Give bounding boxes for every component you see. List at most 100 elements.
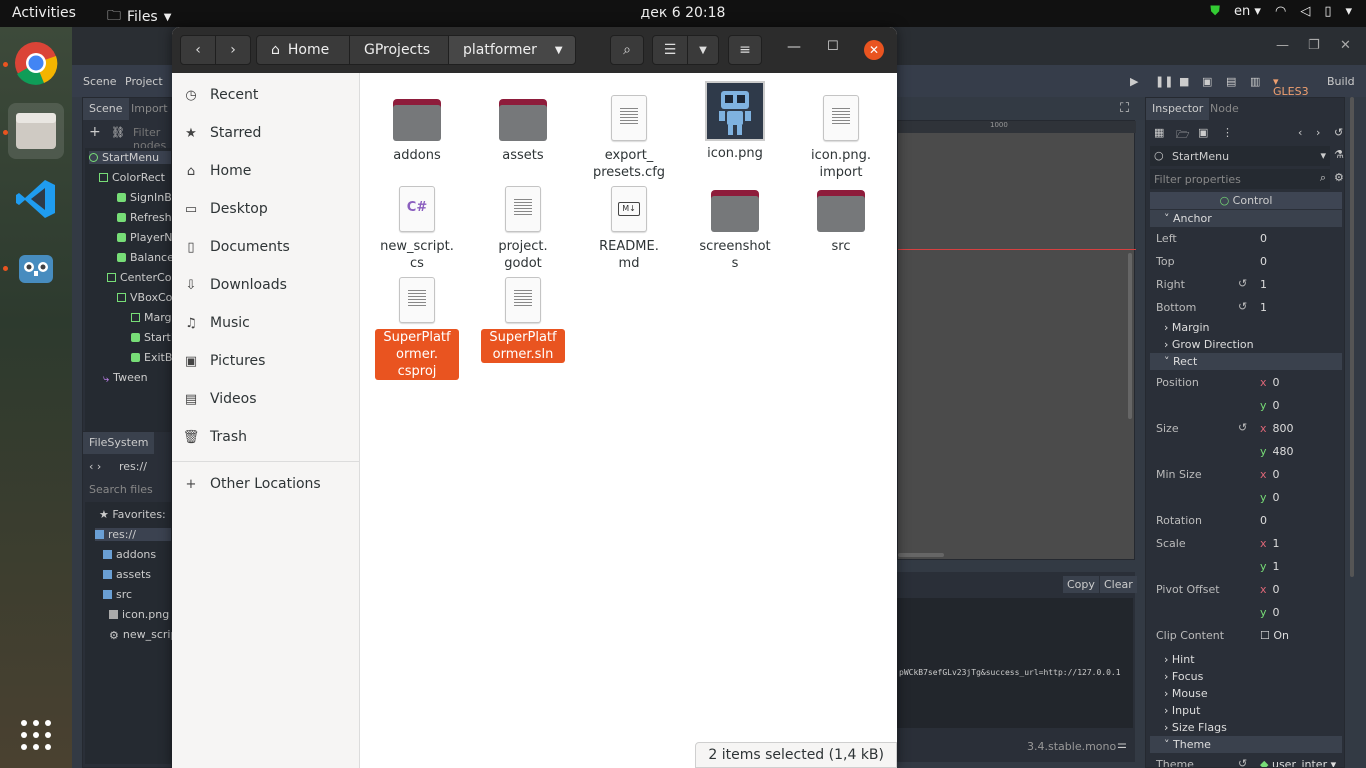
section-hint[interactable]: › Hint xyxy=(1150,651,1342,668)
add-node-icon[interactable]: + xyxy=(89,124,101,140)
show-apps-icon[interactable] xyxy=(8,707,64,763)
tree-node-refreshbutton[interactable]: RefreshB xyxy=(117,211,179,224)
prop-value[interactable]: 0 xyxy=(1260,255,1267,268)
fs-item[interactable]: assets xyxy=(103,568,151,581)
new-resource-icon[interactable]: ▦ xyxy=(1154,126,1164,139)
files-icon[interactable] xyxy=(8,103,64,159)
copy-button[interactable]: Copy xyxy=(1063,576,1099,593)
filesystem-search-input[interactable]: Search files xyxy=(89,483,153,496)
search-button[interactable]: ⌕ xyxy=(610,35,644,65)
prop-value[interactable]: 0 xyxy=(1260,514,1267,527)
app-menu[interactable]: 🗀 Files ▼ xyxy=(107,5,171,29)
build-button[interactable]: Build xyxy=(1327,75,1355,88)
file-item-project-godot[interactable]: project. godot xyxy=(481,186,565,272)
prop-value-y[interactable]: y0 xyxy=(1260,606,1280,619)
prop-value-x[interactable]: x0 xyxy=(1260,468,1280,481)
section-input[interactable]: › Input xyxy=(1150,702,1342,719)
forward-button[interactable]: › xyxy=(215,35,251,65)
file-item-assets[interactable]: assets xyxy=(481,95,565,164)
file-item-src[interactable]: src xyxy=(799,186,883,255)
file-item-icon-png[interactable]: icon.png xyxy=(693,81,777,162)
prop-size[interactable]: Size ↺ x 800 y 480 xyxy=(1150,418,1342,464)
close-button[interactable]: ✕ xyxy=(864,40,884,60)
fs-res-root[interactable]: res:// xyxy=(95,528,171,541)
prop-value-y[interactable]: y 480 xyxy=(1260,445,1294,458)
play-scene-icon[interactable]: ▣ xyxy=(1202,75,1212,88)
play-icon[interactable]: ▶ xyxy=(1130,75,1138,88)
sidebar-item-desktop[interactable]: ▭ Desktop xyxy=(172,190,360,228)
back-icon[interactable]: ‹ › xyxy=(89,460,101,473)
godot-icon[interactable] xyxy=(8,239,64,295)
prop-value-x[interactable]: x0 xyxy=(1260,376,1280,389)
breadcrumb-gprojects[interactable]: GProjects xyxy=(349,35,449,65)
file-item-addons[interactable]: addons xyxy=(375,95,459,164)
history-icon[interactable]: ↺ xyxy=(1334,126,1343,139)
file-item-export-presets[interactable]: export_ presets.cfg xyxy=(587,95,671,181)
object-properties-icon[interactable]: ⚗ xyxy=(1334,148,1344,161)
file-item-readme[interactable]: M↓ README. md xyxy=(587,186,671,272)
file-item-sln[interactable]: SuperPlatf ormer.sln xyxy=(481,277,565,363)
tree-node-tween[interactable]: ⤷ Tween xyxy=(103,371,148,386)
maximize-icon[interactable]: ❐ xyxy=(1308,38,1320,53)
tree-node-signinbutton[interactable]: SignInBu xyxy=(117,191,179,204)
section-grow-direction[interactable]: › Grow Direction xyxy=(1150,336,1342,353)
file-item-new-script[interactable]: C# new_script. cs xyxy=(375,186,459,272)
sidebar-item-videos[interactable]: ▤ Videos xyxy=(172,380,360,418)
link-icon[interactable]: ⛓ xyxy=(111,126,125,139)
menu-scene[interactable]: Scene xyxy=(83,75,117,88)
prop-anchor-top[interactable]: Top 0 xyxy=(1150,251,1342,273)
tree-node-colorrect[interactable]: ColorRect xyxy=(99,171,165,184)
load-resource-icon[interactable]: 🗁 xyxy=(1176,126,1190,145)
menu-project[interactable]: Project xyxy=(125,75,163,88)
prop-anchor-left[interactable]: Left 0 xyxy=(1150,228,1342,250)
prop-pivot-offset[interactable]: Pivot Offset x 0 y 0 xyxy=(1150,579,1342,625)
tab-scene[interactable]: Scene xyxy=(83,98,129,120)
file-item-csproj[interactable]: SuperPlatf ormer. csproj xyxy=(375,277,459,380)
movie-icon[interactable]: ▥ xyxy=(1250,75,1260,88)
prop-value[interactable]: 0 xyxy=(1260,232,1267,245)
fs-item[interactable]: src xyxy=(103,588,132,601)
tree-node-balancelabel[interactable]: BalanceL xyxy=(117,251,180,264)
prop-value-x[interactable]: x0 xyxy=(1260,583,1280,596)
prop-value[interactable]: 1 xyxy=(1260,301,1267,314)
prop-value[interactable]: 1 xyxy=(1260,278,1267,291)
tree-node-startmenu[interactable]: StartMenu xyxy=(89,151,171,164)
viewport[interactable]: 1000 xyxy=(897,120,1136,560)
tab-import[interactable]: Import xyxy=(125,98,174,120)
renderer-select[interactable]: GLES3 ▾ xyxy=(1273,75,1309,98)
tab-inspector[interactable]: Inspector xyxy=(1146,98,1210,120)
favorites-row[interactable]: ★ Favorites: xyxy=(99,508,166,521)
bottom-panel-icon[interactable]: ⚌ xyxy=(1117,738,1127,751)
tree-node-exitbutton[interactable]: ExitB xyxy=(131,351,172,364)
prop-theme[interactable]: Theme ↺ ◆ user_inter ▾ xyxy=(1150,754,1342,767)
activities-button[interactable]: Activities xyxy=(12,5,76,21)
tree-node-centercontainer[interactable]: CenterCo xyxy=(107,271,171,284)
battery-icon[interactable]: ▯ xyxy=(1324,4,1331,19)
update-shield-icon[interactable]: ⛊ xyxy=(1210,4,1220,19)
section-mouse[interactable]: › Mouse xyxy=(1150,685,1342,702)
clock[interactable]: дек 6 20:18 xyxy=(641,5,726,21)
revert-icon[interactable]: ↺ xyxy=(1238,277,1247,290)
history-back-icon[interactable]: ‹ xyxy=(1298,126,1302,139)
history-forward-icon[interactable]: › xyxy=(1316,126,1320,139)
minimize-icon[interactable]: — xyxy=(1276,38,1289,53)
prop-min-size[interactable]: Min Size x 0 y 0 xyxy=(1150,464,1342,510)
system-menu-chevron-icon[interactable]: ▾ xyxy=(1345,4,1352,19)
sidebar-item-trash[interactable]: 🗑 Trash xyxy=(172,418,360,456)
wifi-icon[interactable]: ◠ xyxy=(1275,4,1286,19)
prop-anchor-right[interactable]: Right ↺ 1 xyxy=(1150,274,1342,296)
filter-properties-input[interactable]: Filter properties ⌕ xyxy=(1150,169,1330,189)
prop-clip-content[interactable]: Clip Content ☐ On xyxy=(1150,625,1342,647)
section-margin[interactable]: › Margin xyxy=(1150,319,1342,336)
sidebar-item-pictures[interactable]: ▣ Pictures xyxy=(172,342,360,380)
pause-icon[interactable]: ❚❚ xyxy=(1155,75,1173,88)
sidebar-item-starred[interactable]: ★ Starred xyxy=(172,114,360,152)
fullscreen-icon[interactable]: ⛶ xyxy=(1120,101,1129,116)
menu-button[interactable]: ≡ xyxy=(728,35,762,65)
volume-icon[interactable]: ◁ xyxy=(1300,4,1310,19)
node-select[interactable]: ○ StartMenu ▾ xyxy=(1150,146,1330,166)
prop-anchor-bottom[interactable]: Bottom ↺ 1 xyxy=(1150,297,1342,319)
tree-node-playername[interactable]: PlayerNa xyxy=(117,231,179,244)
file-item-screenshots[interactable]: screenshot s xyxy=(693,186,777,272)
more-icon[interactable]: ⋮ xyxy=(1222,126,1233,139)
